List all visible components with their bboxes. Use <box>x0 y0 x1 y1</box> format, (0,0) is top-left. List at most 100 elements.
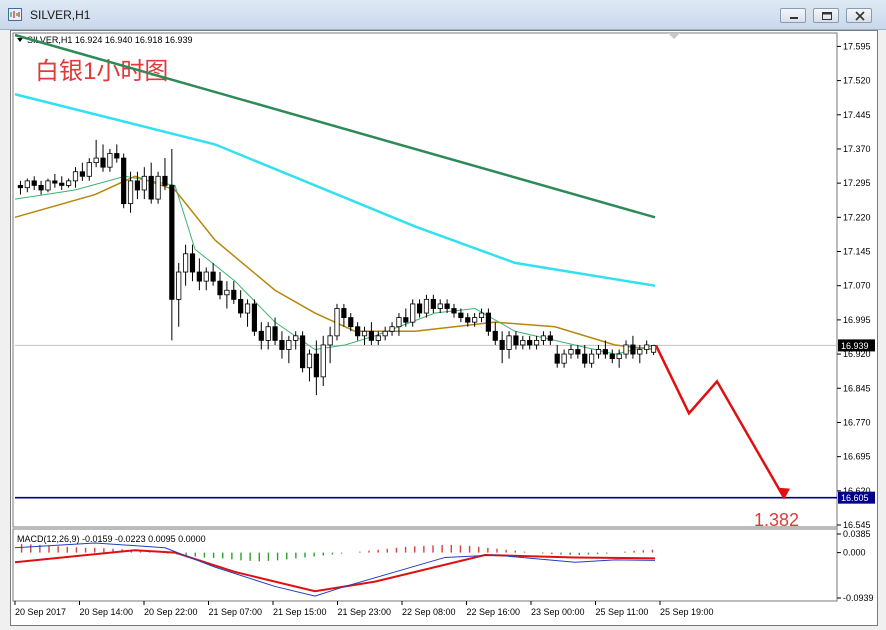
price-tick-label: 17.445 <box>843 110 871 120</box>
candle-body <box>458 312 464 319</box>
time-tick-label: 21 Sep 07:00 <box>209 607 263 617</box>
candle-body <box>355 326 361 337</box>
candle-body <box>24 180 30 189</box>
time-tick-label: 21 Sep 15:00 <box>273 607 327 617</box>
time-tick-label: 21 Sep 23:00 <box>338 607 392 617</box>
candle-body <box>210 271 216 282</box>
candle-body <box>286 339 292 350</box>
price-axis: 17.595 17.520 17.445 17.370 17.295 17.220 17.1… <box>837 41 875 530</box>
candle-body <box>637 349 643 355</box>
close-button[interactable] <box>846 8 872 23</box>
candle-body <box>155 175 161 200</box>
price-tick-label: 17.070 <box>843 281 871 291</box>
time-tick-label: 22 Sep 08:00 <box>402 607 456 617</box>
candle-body <box>224 289 230 296</box>
time-tick-label: 20 Sep 14:00 <box>80 607 134 617</box>
minimize-icon <box>790 17 798 19</box>
candle-body <box>472 317 478 323</box>
time-axis: 20 Sep 2017 20 Sep 14:00 20 Sep 22:00 21 Se… <box>14 601 714 617</box>
candle-body <box>589 353 595 364</box>
candle-body <box>499 339 505 350</box>
price-tick-label: 17.520 <box>843 76 871 86</box>
candle-body <box>238 298 244 314</box>
candle-body <box>602 349 608 355</box>
candle-body <box>389 326 395 332</box>
candle-body <box>478 312 485 319</box>
price-chart[interactable]: SILVER,H1 16.924 16.940 16.918 16.939 白银… <box>11 31 877 625</box>
candle-body <box>231 289 237 300</box>
candle-body <box>575 349 581 355</box>
candle-body <box>568 349 574 355</box>
price-tick-label: 16.995 <box>843 315 871 325</box>
candle-body <box>375 335 381 341</box>
candle-body <box>361 330 368 337</box>
candle-body <box>561 353 567 364</box>
candle-body <box>244 303 251 314</box>
candle-body <box>217 280 223 296</box>
candle-body <box>527 339 533 346</box>
candle-body <box>258 330 264 341</box>
candle-body <box>293 335 299 341</box>
candle-body <box>66 180 72 186</box>
chart-annotation: 白银1小时图 <box>35 58 168 85</box>
candle-body <box>100 157 106 168</box>
candle-body <box>93 157 99 164</box>
restore-icon <box>822 12 832 20</box>
candle-body <box>86 162 92 177</box>
chart-window-icon <box>8 8 22 21</box>
candle-body <box>423 298 430 314</box>
target-label: 1.382 <box>754 510 799 530</box>
candle-body <box>554 353 560 364</box>
candle-body <box>396 317 402 328</box>
candle-body <box>183 253 189 273</box>
chart-window[interactable]: SILVER,H1 16.924 16.940 16.918 16.939 白银… <box>10 30 878 626</box>
candle-body <box>348 317 354 328</box>
candle-body <box>141 175 147 191</box>
candle-body <box>189 253 196 273</box>
candle-body <box>506 335 512 350</box>
candle-body <box>72 171 79 182</box>
candle-body <box>547 335 553 341</box>
candle-body <box>148 175 154 200</box>
candle-body <box>430 298 436 309</box>
candle-body <box>334 308 340 337</box>
close-icon <box>855 11 865 21</box>
candle-body <box>368 330 375 341</box>
candle-body <box>410 303 416 323</box>
restore-button[interactable] <box>813 8 839 23</box>
candle-body <box>45 180 51 191</box>
macd-tick-label: 0.000 <box>843 548 866 558</box>
candle-body <box>540 335 547 341</box>
price-tick-label: 16.770 <box>843 417 871 427</box>
candle-body <box>650 345 657 353</box>
candle-body <box>121 157 127 205</box>
candle-body <box>341 308 347 319</box>
candle-body <box>299 335 306 369</box>
candle-body <box>251 303 258 332</box>
candle-body <box>416 303 423 314</box>
candle-body <box>114 153 120 159</box>
minimize-button[interactable] <box>780 8 806 23</box>
candle-body <box>31 180 37 186</box>
candle-body <box>107 153 113 168</box>
time-tick-label: 20 Sep 2017 <box>15 607 66 617</box>
candle-body <box>327 335 333 346</box>
candle-body <box>196 271 202 282</box>
level-price-label: 16.605 <box>841 493 869 503</box>
candle-body <box>630 344 636 355</box>
candle-body <box>203 271 209 282</box>
candle-body <box>492 330 498 341</box>
candle-body <box>582 353 588 364</box>
symbol-header: SILVER,H1 16.924 16.940 16.918 16.939 <box>27 35 192 45</box>
time-tick-label: 25 Sep 19:00 <box>660 607 714 617</box>
candle-body <box>279 339 285 350</box>
candle-body <box>595 349 602 355</box>
candle-body <box>533 339 540 346</box>
candle-body <box>382 330 388 337</box>
candle-body <box>272 326 278 341</box>
candle-body <box>520 339 526 346</box>
candle-body <box>79 171 85 177</box>
price-tick-label: 17.370 <box>843 144 871 154</box>
price-tick-label: 16.845 <box>843 383 871 393</box>
price-tick-label: 17.220 <box>843 212 871 222</box>
